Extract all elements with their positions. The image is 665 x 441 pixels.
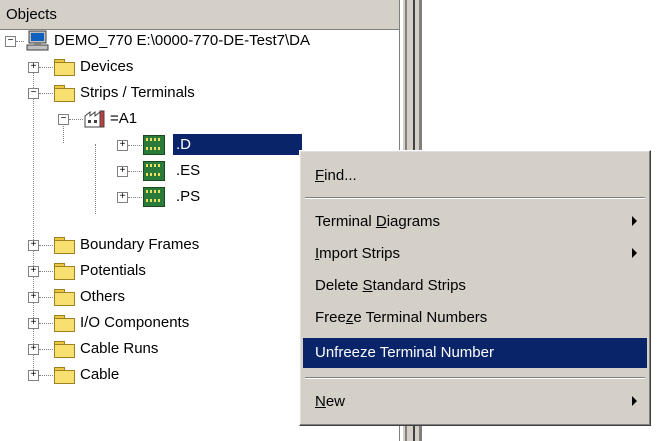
menu-item-label: Import Strips [315,245,401,262]
menu-separator [305,377,645,379]
tree-item-label: DEMO_770 E:\0000-770-DE-Test7\DA [54,32,310,49]
tree-connector [128,145,142,147]
menu-item-terminal-diagrams[interactable]: Terminal Diagrams [303,207,647,237]
tree-item-label: .D [173,134,302,155]
folder-icon [54,263,75,280]
tree-connector [69,119,83,121]
submenu-arrow-icon [632,248,637,258]
expand-icon[interactable]: + [117,140,128,151]
expand-icon[interactable]: + [28,344,39,355]
menu-item-label: Unfreeze Terminal Number [315,344,494,361]
folder-icon [54,59,75,76]
submenu-arrow-icon [632,216,637,226]
objects-header-label: Objects [6,6,57,23]
tree-item-label: =A1 [110,110,138,127]
tree-item-a1[interactable]: − =A1 [0,108,399,130]
menu-item-label: New [315,393,346,410]
folder-icon [54,237,75,254]
tree-item-label: .PS [176,188,201,205]
tree-connector [16,41,24,43]
expand-icon[interactable]: + [117,192,128,203]
expand-icon[interactable]: + [28,318,39,329]
tree-connector [39,375,53,377]
menu-item-unfreeze-terminal-number[interactable]: Unfreeze Terminal Number [303,338,647,368]
folder-icon [54,85,75,102]
menu-item-freeze-terminal-numbers[interactable]: Freeze Terminal Numbers [303,303,647,333]
folder-icon [54,367,75,384]
expand-icon[interactable]: + [28,266,39,277]
menu-item-find[interactable]: Find... [303,161,647,191]
menu-separator [305,197,645,199]
expand-icon[interactable]: + [28,240,39,251]
folder-icon [54,315,75,332]
tree-connector [39,297,53,299]
tree-connector [39,349,53,351]
tree-connector [39,323,53,325]
expand-icon[interactable]: + [28,292,39,303]
tree-item-label: I/O Components [80,314,190,331]
terminal-strip-icon [143,161,165,181]
tree-connector [39,67,53,69]
tree-item-strips-terminals[interactable]: − Strips / Terminals [0,82,399,104]
expand-icon[interactable]: + [117,166,128,177]
terminal-strip-icon [143,135,165,155]
collapse-icon[interactable]: − [28,88,39,99]
folder-icon [54,341,75,358]
tree-connector [128,171,142,173]
tree-item-devices[interactable]: + Devices [0,56,399,78]
factory-icon [84,110,105,128]
menu-item-label: Freeze Terminal Numbers [315,309,488,326]
folder-icon [54,289,75,306]
collapse-icon[interactable]: − [58,114,69,125]
menu-item-label: Find... [315,167,357,184]
tree-connector [39,271,53,273]
tree-item-label: Boundary Frames [80,236,200,253]
context-menu: Find... Terminal Diagrams Import Strips … [299,150,651,426]
menu-item-label: Delete Standard Strips [315,277,466,294]
tree-item-label: Devices [80,58,134,75]
tree-item-label: .ES [176,162,201,179]
tree-item-root[interactable]: − DEMO_770 E:\0000-770-DE-Test7\DA [0,30,399,52]
expand-icon[interactable]: + [28,62,39,73]
terminal-strip-icon [143,187,165,207]
tree-item-label: Others [80,288,126,305]
tree-connector [39,245,53,247]
collapse-icon[interactable]: − [5,36,16,47]
tree-item-label: Potentials [80,262,146,279]
tree-item-label: Cable Runs [80,340,159,357]
menu-item-label: Terminal Diagrams [315,213,441,230]
menu-item-import-strips[interactable]: Import Strips [303,239,647,269]
tree-connector [128,197,142,199]
menu-item-delete-standard-strips[interactable]: Delete Standard Strips [303,271,647,301]
computer-icon [26,30,49,51]
submenu-arrow-icon [632,396,637,406]
tree-item-label: Cable [80,366,120,383]
tree-connector [39,93,53,95]
menu-item-new[interactable]: New [303,387,647,417]
objects-panel-header: Objects [0,0,399,30]
tree-item-label: Strips / Terminals [80,84,195,101]
expand-icon[interactable]: + [28,370,39,381]
